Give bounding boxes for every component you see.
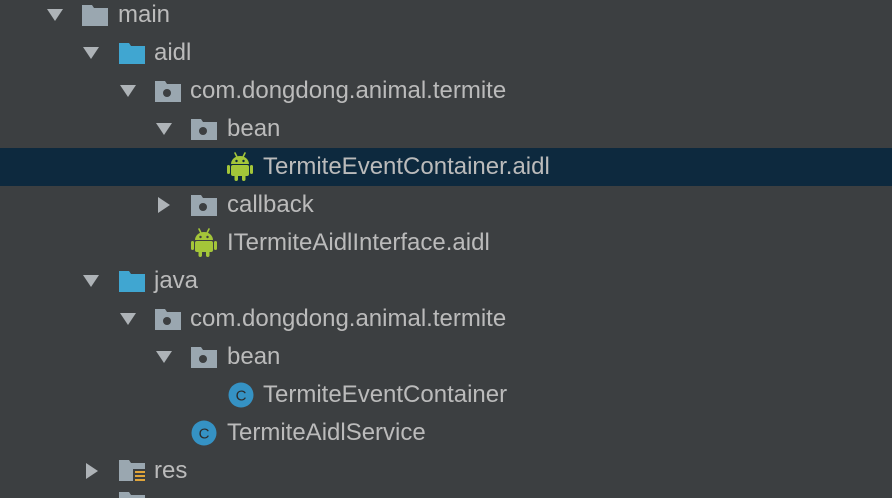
tree-item-res[interactable]: res [0, 452, 892, 490]
tree-item-itermite-aidl-interface[interactable]: ITermiteAidlInterface.aidl [0, 224, 892, 262]
tree-item-bean[interactable]: bean [0, 110, 892, 148]
expand-arrow-icon[interactable] [153, 338, 175, 376]
tree-item-label: TermiteAidlService [227, 419, 426, 446]
tree-item-termite-event-container[interactable]: C TermiteEventContainer [0, 376, 892, 414]
tree-item-label: TermiteEventContainer.aidl [263, 153, 550, 180]
tree-item-label: java [154, 267, 199, 294]
tree-item-label: bean [227, 343, 281, 370]
tree-item-bean[interactable]: bean [0, 338, 892, 376]
expand-arrow-icon[interactable] [80, 262, 102, 300]
expand-arrow-icon[interactable] [153, 110, 175, 148]
svg-text:C: C [236, 388, 247, 405]
tree-item-callback[interactable]: callback [0, 186, 892, 224]
source-folder-icon [118, 34, 146, 72]
package-icon [190, 186, 218, 224]
svg-text:C: C [199, 426, 210, 443]
source-folder-icon [118, 262, 146, 300]
class-icon: C [228, 376, 254, 414]
folder-icon [118, 490, 146, 498]
class-icon: C [191, 414, 217, 452]
tree-item-label: com.dongdong.animal.termite [190, 305, 507, 332]
tree-item-label: TermiteEventContainer [263, 381, 508, 408]
tree-item-label: main [118, 1, 171, 28]
collapsed-arrow-icon[interactable] [81, 452, 103, 490]
folder-icon [81, 0, 109, 34]
resource-folder-icon [118, 452, 148, 490]
tree-item-package[interactable]: com.dongdong.animal.termite [0, 300, 892, 338]
expand-arrow-icon[interactable] [44, 0, 66, 34]
package-icon [154, 300, 182, 338]
tree-item-label: bean [227, 115, 281, 142]
tree-item-package[interactable]: com.dongdong.animal.termite [0, 72, 892, 110]
package-icon [190, 110, 218, 148]
tree-item-label: callback [227, 191, 314, 218]
package-icon [154, 72, 182, 110]
tree-item-main[interactable]: main [0, 0, 892, 34]
tree-item-aidl[interactable]: aidl [0, 34, 892, 72]
tree-item-label: com.dongdong.animal.termite [190, 77, 507, 104]
android-icon [191, 224, 217, 262]
collapsed-arrow-icon[interactable] [153, 186, 175, 224]
tree-item-java[interactable]: java [0, 262, 892, 300]
tree-item-termite-aidl-service[interactable]: C TermiteAidlService [0, 414, 892, 452]
expand-arrow-icon[interactable] [117, 300, 139, 338]
tree-item-termite-event-container-aidl[interactable]: TermiteEventContainer.aidl [0, 148, 892, 186]
android-icon [227, 148, 253, 186]
tree-item-label: ITermiteAidlInterface.aidl [227, 229, 490, 256]
package-icon [190, 338, 218, 376]
expand-arrow-icon[interactable] [117, 72, 139, 110]
expand-arrow-icon[interactable] [80, 34, 102, 72]
project-tree: main aidl com.dongdong.animal.termite be… [0, 0, 892, 498]
tree-item-partial [0, 490, 892, 498]
tree-item-label: aidl [154, 39, 192, 66]
tree-item-label: res [154, 457, 188, 484]
